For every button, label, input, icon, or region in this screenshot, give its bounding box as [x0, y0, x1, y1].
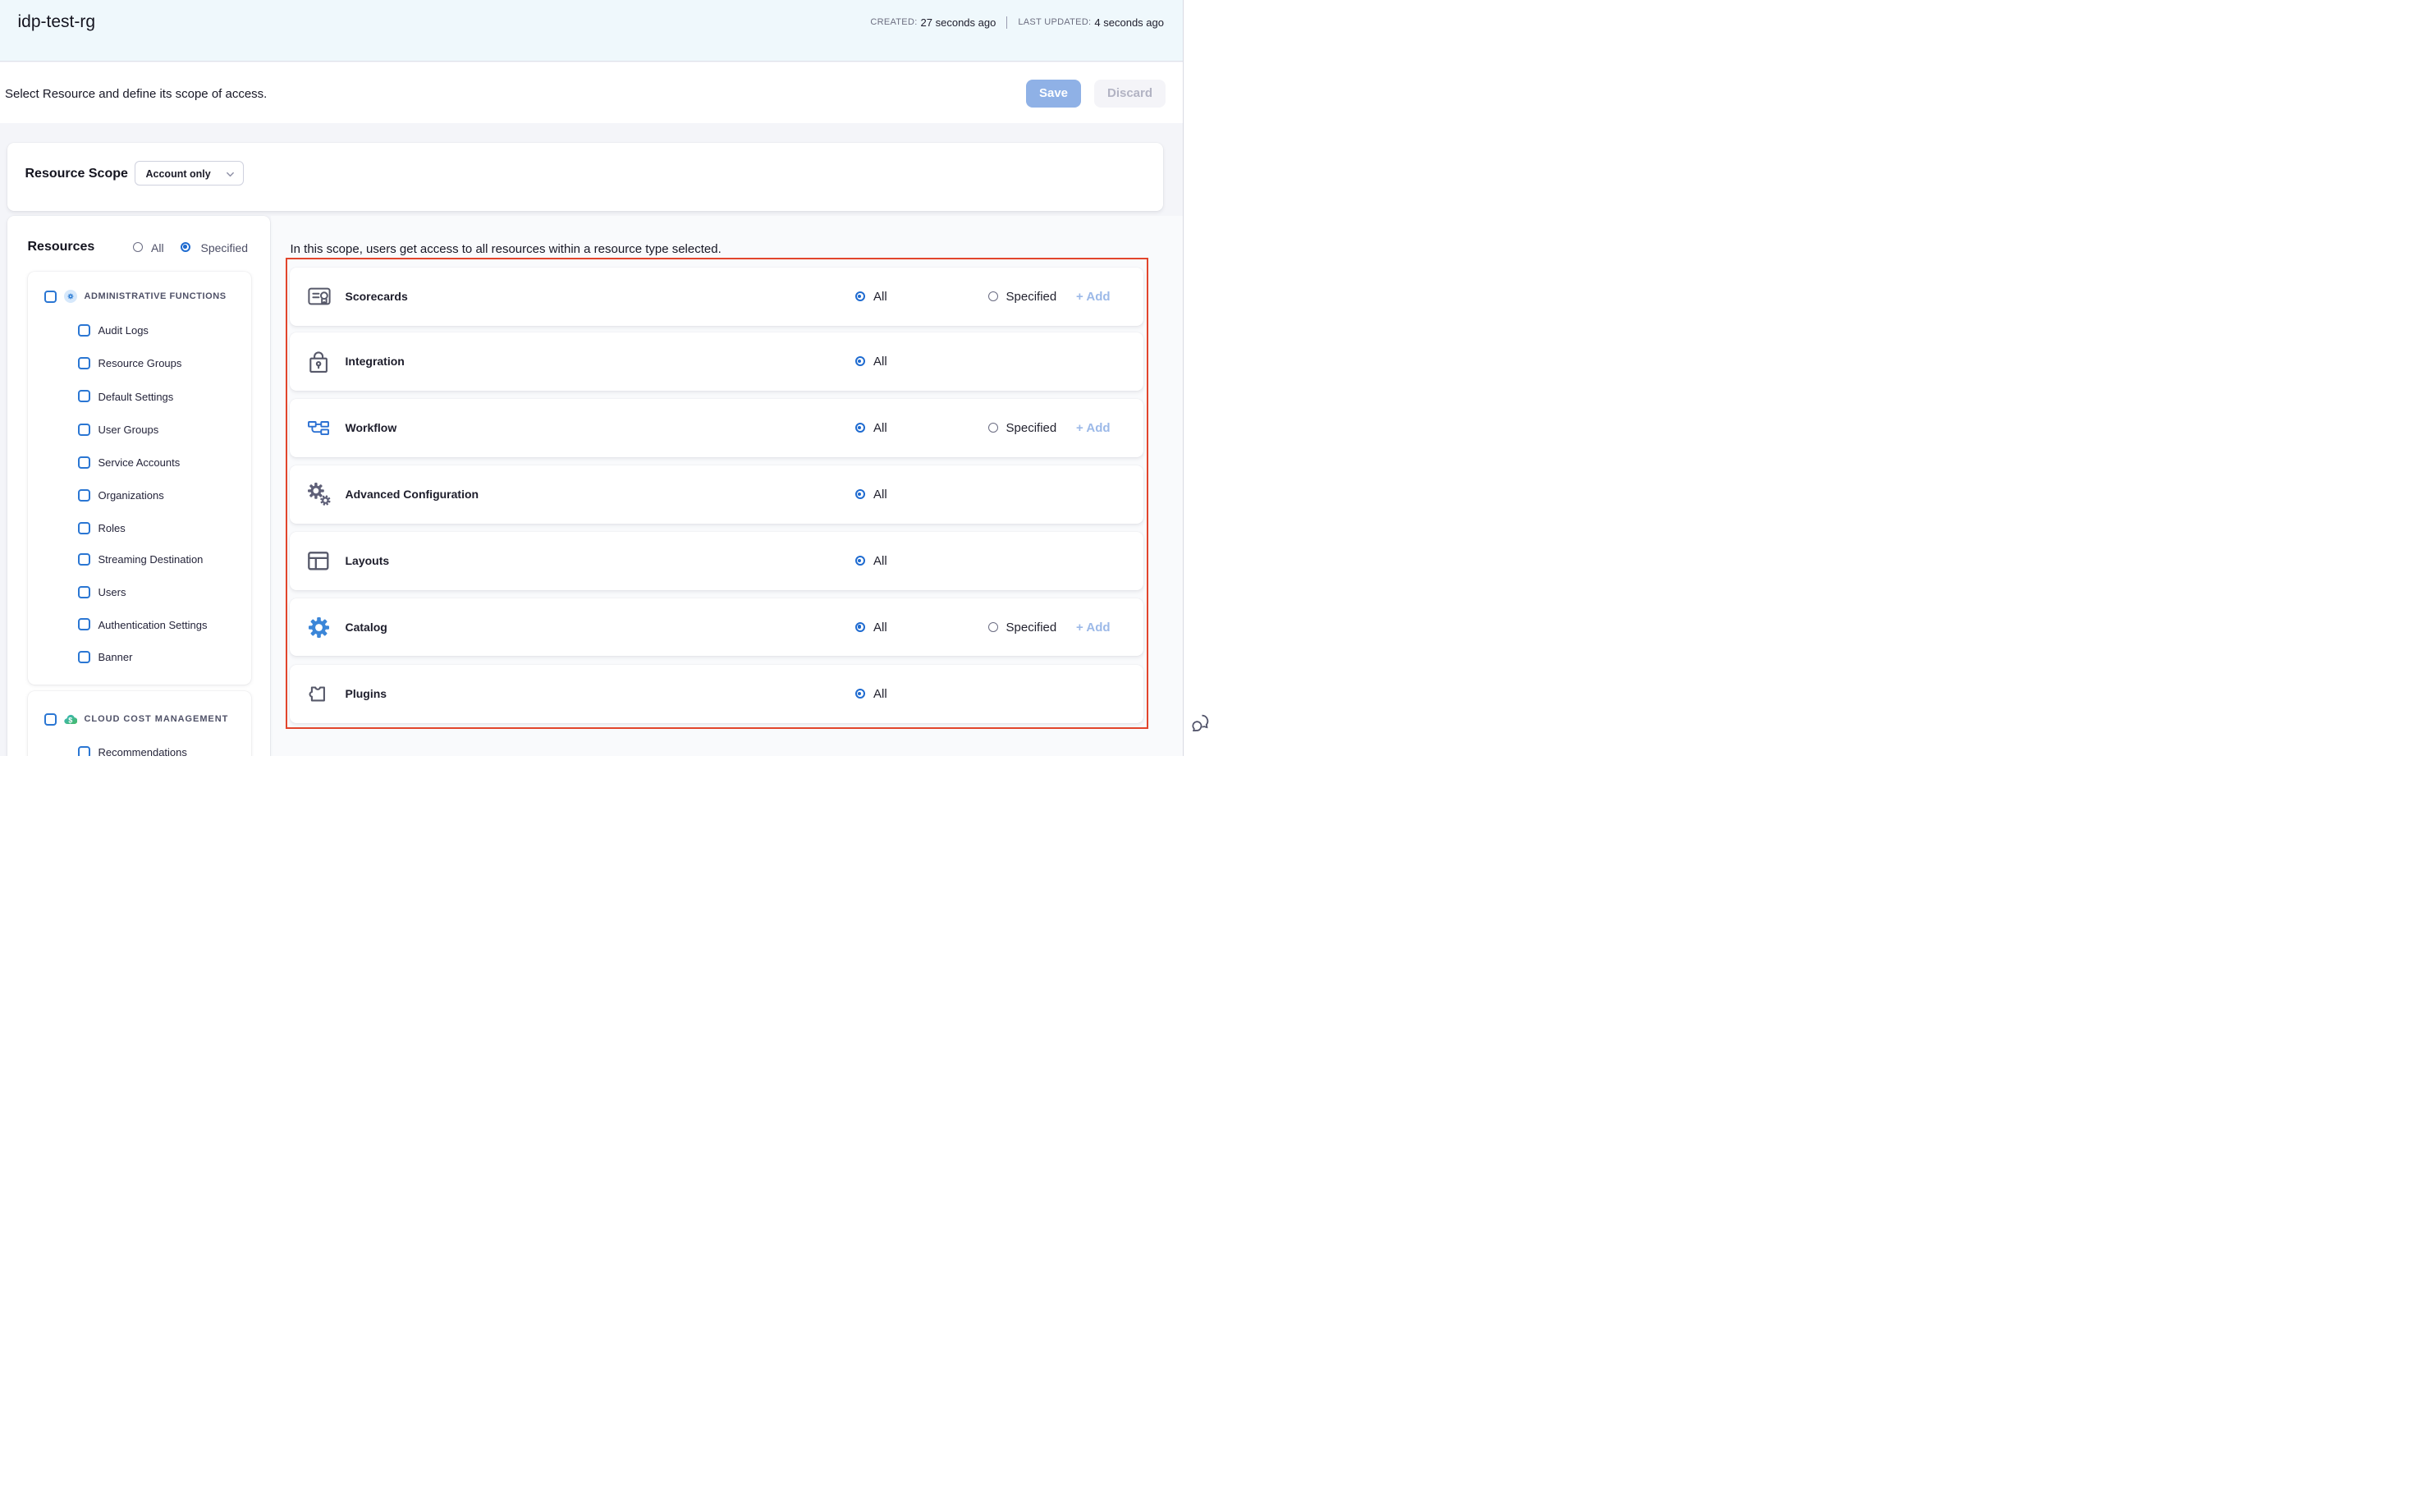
svg-text:$: $	[68, 717, 72, 725]
